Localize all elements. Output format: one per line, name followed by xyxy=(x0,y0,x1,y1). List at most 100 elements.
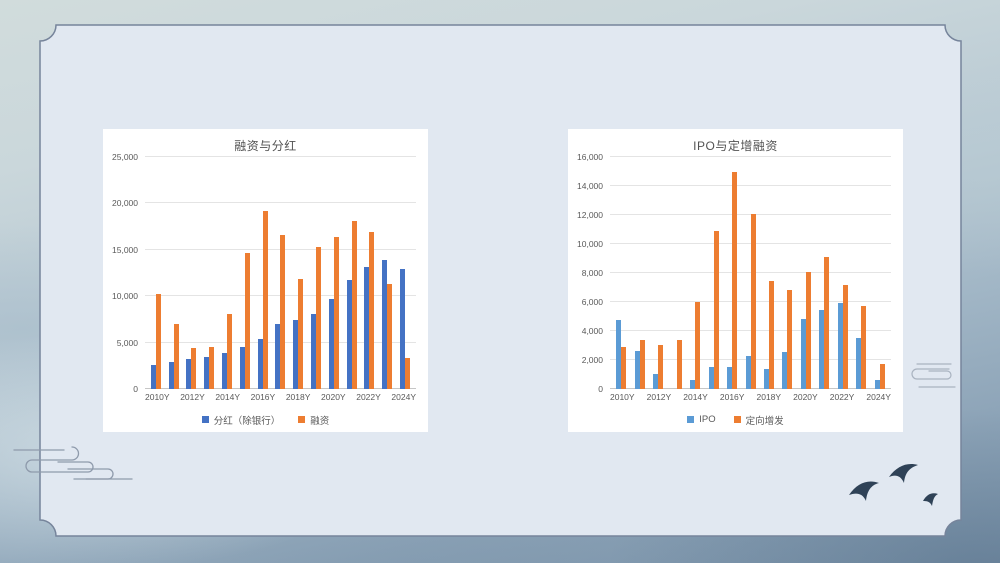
bar-group-2011Y xyxy=(165,157,183,389)
x-tick-label: 2024Y xyxy=(391,392,416,402)
y-tick-label: 5,000 xyxy=(117,338,138,348)
bar xyxy=(769,281,774,389)
chart-body: 05,00010,00015,00020,00025,000 xyxy=(103,157,416,389)
bar xyxy=(263,211,268,389)
x-axis: 2010Y2012Y2014Y2016Y2018Y2020Y2022Y2024Y xyxy=(610,389,891,407)
bar-group-2021Y xyxy=(343,157,361,389)
x-tick-label: 2016Y xyxy=(251,392,276,402)
bar-group-2024Y xyxy=(396,157,414,389)
x-tick-label: 2024Y xyxy=(866,392,891,402)
y-tick-label: 0 xyxy=(133,384,138,394)
x-tick-label: 2012Y xyxy=(647,392,672,402)
x-tick-label: 2010Y xyxy=(610,392,635,402)
cloud-ornament-icon xyxy=(8,444,140,486)
x-tick-label: 2022Y xyxy=(830,392,855,402)
x-axis: 2010Y2012Y2014Y2016Y2018Y2020Y2022Y2024Y xyxy=(145,389,416,407)
bar-group-2021Y xyxy=(815,157,833,389)
legend: IPO 定向增发 xyxy=(568,407,903,432)
bar-group-2020Y xyxy=(325,157,343,389)
y-tick-label: 8,000 xyxy=(582,268,603,278)
bird-icon xyxy=(889,464,918,483)
bar-group-2016Y xyxy=(723,157,741,389)
y-tick-label: 2,000 xyxy=(582,355,603,365)
bird-icon xyxy=(923,493,938,506)
legend-swatch xyxy=(734,416,741,423)
x-tick-label: 2018Y xyxy=(757,392,782,402)
bar xyxy=(621,347,626,389)
y-tick-label: 12,000 xyxy=(577,210,603,220)
bar-group-2010Y xyxy=(612,157,630,389)
legend-label: 融资 xyxy=(310,413,329,427)
chart-ipo-private-placement[interactable]: IPO与定增融资 0 2,000 4,000 6,000 8,000 10,000 12,0… xyxy=(568,129,903,432)
bird-icon xyxy=(849,482,879,502)
bar-group-2013Y xyxy=(667,157,685,389)
x-tick-label: 2016Y xyxy=(720,392,745,402)
bar-group-2010Y xyxy=(147,157,165,389)
bar xyxy=(191,348,196,389)
y-tick-label: 25,000 xyxy=(112,152,138,162)
legend-label: 定向增发 xyxy=(746,413,784,427)
legend-item: 分红（除银行） xyxy=(202,413,281,427)
bar xyxy=(640,340,645,389)
legend-item: 定向增发 xyxy=(734,413,784,427)
legend-label: 分红（除银行） xyxy=(214,413,281,427)
bar-group-2020Y xyxy=(797,157,815,389)
chart-title: IPO与定增融资 xyxy=(568,129,903,157)
y-tick-label: 4,000 xyxy=(582,326,603,336)
bar-group-2019Y xyxy=(778,157,796,389)
legend-swatch xyxy=(202,416,209,423)
chart-body: 02,0004,0006,0008,00010,00012,00014,0001… xyxy=(568,157,891,389)
bar xyxy=(751,214,756,389)
bar xyxy=(316,247,321,389)
y-tick-label: 0 xyxy=(598,384,603,394)
legend-item: IPO xyxy=(687,414,715,425)
cloud-ornament-icon xyxy=(903,361,963,399)
bar-group-2014Y xyxy=(218,157,236,389)
bar xyxy=(174,324,179,389)
y-tick-label: 10,000 xyxy=(577,239,603,249)
bar xyxy=(714,231,719,389)
flying-birds-icon xyxy=(845,455,955,515)
bar xyxy=(280,235,285,389)
bar xyxy=(369,232,374,389)
legend-item: 融资 xyxy=(298,413,329,427)
bar xyxy=(334,237,339,389)
bars-row xyxy=(610,157,891,389)
bar-group-2014Y xyxy=(686,157,704,389)
bar xyxy=(156,294,161,389)
bar-group-2023Y xyxy=(852,157,870,389)
x-tick-label: 2022Y xyxy=(356,392,381,402)
y-tick-label: 16,000 xyxy=(577,152,603,162)
y-tick-label: 6,000 xyxy=(582,297,603,307)
bar xyxy=(227,314,232,389)
bar xyxy=(352,221,357,389)
bar xyxy=(658,345,663,389)
bar-group-2017Y xyxy=(272,157,290,389)
legend-label: IPO xyxy=(699,414,715,425)
x-tick-label: 2020Y xyxy=(793,392,818,402)
y-tick-label: 15,000 xyxy=(112,245,138,255)
bar-group-2011Y xyxy=(630,157,648,389)
y-tick-label: 20,000 xyxy=(112,198,138,208)
bar xyxy=(861,306,866,389)
bar-group-2024Y xyxy=(871,157,889,389)
bar xyxy=(695,302,700,389)
y-axis: 02,0004,0006,0008,00010,00012,00014,0001… xyxy=(568,157,610,389)
bar xyxy=(787,290,792,389)
bar-group-2012Y xyxy=(183,157,201,389)
legend-swatch xyxy=(298,416,305,423)
legend-swatch xyxy=(687,416,694,423)
bar-group-2018Y xyxy=(760,157,778,389)
chart-financing-dividends[interactable]: 融资与分红 05,00010,00015,00020,00025,000 201… xyxy=(103,129,428,432)
x-tick-label: 2012Y xyxy=(180,392,205,402)
bar-group-2012Y xyxy=(649,157,667,389)
bar xyxy=(405,358,410,389)
bar-group-2015Y xyxy=(704,157,722,389)
bar xyxy=(824,257,829,389)
bar-group-2023Y xyxy=(378,157,396,389)
legend: 分红（除银行） 融资 xyxy=(103,407,428,432)
x-tick-label: 2014Y xyxy=(215,392,240,402)
bars-row xyxy=(145,157,416,389)
bar-group-2022Y xyxy=(361,157,379,389)
bar xyxy=(732,172,737,390)
